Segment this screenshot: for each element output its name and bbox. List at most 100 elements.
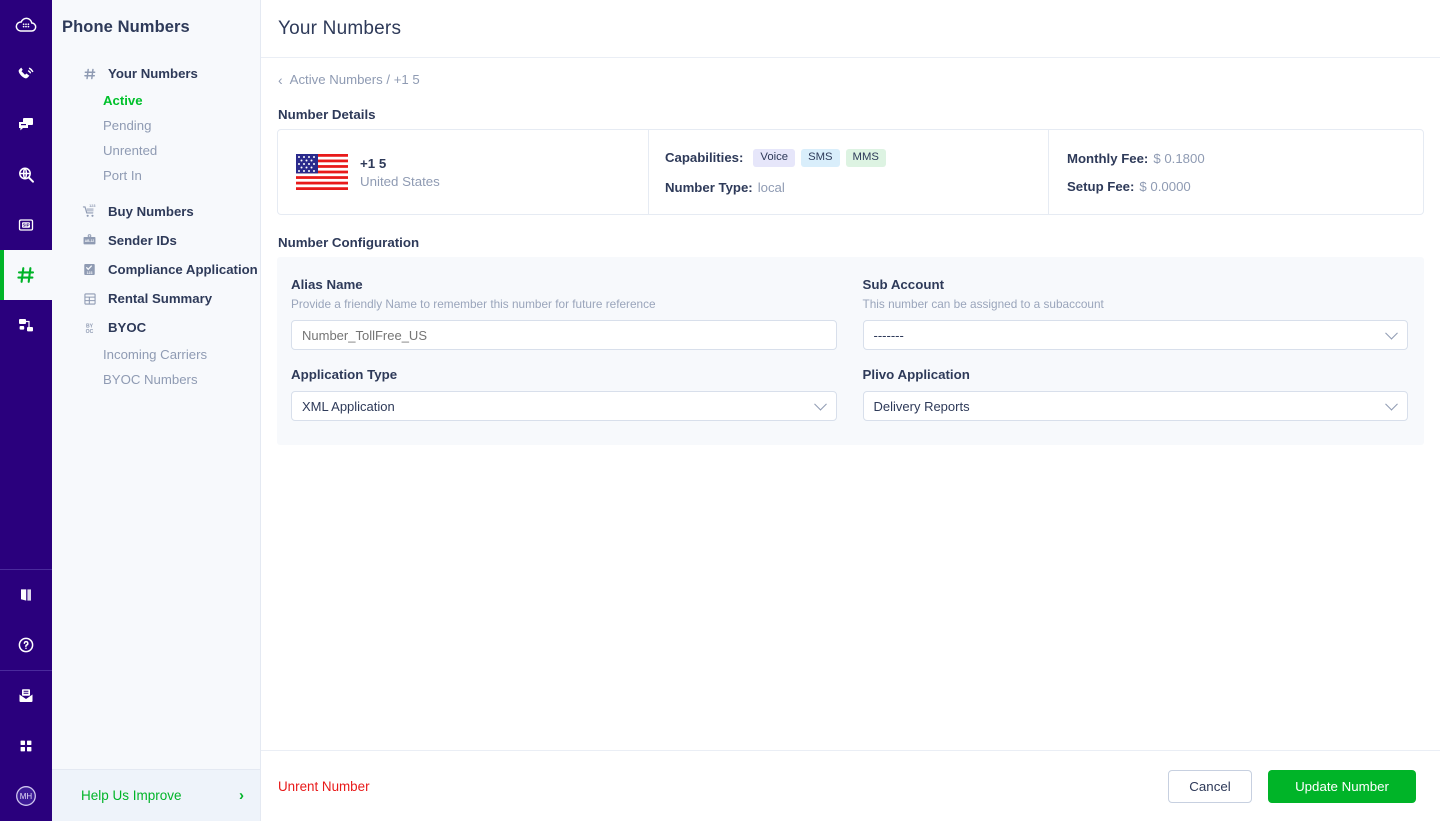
billing-envelope-icon[interactable] — [0, 671, 52, 721]
apps-grid-icon[interactable] — [0, 721, 52, 771]
application-type-label: Application Type — [291, 367, 837, 382]
sidebar-nav: Your Numbers Active Pending Unrented Por… — [52, 59, 260, 769]
alias-name-input[interactable] — [291, 320, 837, 350]
lookup-search-icon[interactable] — [0, 150, 52, 200]
number-configuration-section-label: Number Configuration — [278, 235, 1424, 250]
compliance-doc-icon: 123 — [81, 261, 98, 278]
alias-name-hint: Provide a friendly Name to remember this… — [291, 297, 837, 311]
main-content: Your Numbers ‹ Active Numbers / +1 5 Num… — [261, 0, 1440, 821]
sidebar-item-label: Rental Summary — [108, 291, 212, 306]
number-type-row: Number Type: local — [665, 180, 886, 195]
phone-numbers-icon[interactable] — [0, 250, 52, 300]
chevron-down-icon — [814, 398, 827, 411]
help-question-icon[interactable] — [0, 620, 52, 670]
nav-gap-1 — [52, 188, 260, 197]
sidebar-item-buy-numbers[interactable]: 123 Buy Numbers — [52, 197, 260, 226]
monthly-fee-label: Monthly Fee: — [1067, 151, 1148, 166]
sub-account-field-group: Sub Account This number can be assigned … — [863, 277, 1409, 350]
sidebar-item-label: Sender IDs — [108, 233, 177, 248]
sidebar-item-your-numbers[interactable]: Your Numbers — [52, 59, 260, 88]
plivo-application-label: Plivo Application — [863, 367, 1409, 382]
sidebar-item-label: Compliance Application — [108, 262, 258, 277]
badge-sms: SMS — [801, 149, 839, 167]
sidebar-subitem-port-in[interactable]: Port In — [52, 163, 260, 188]
content-scroll-area: ‹ Active Numbers / +1 5 Number Details — [261, 58, 1440, 750]
cart-123-icon: 123 — [81, 203, 98, 220]
capability-badges: Voice SMS MMS — [753, 149, 885, 167]
number-configuration-panel: Alias Name Provide a friendly Name to re… — [277, 257, 1424, 445]
avatar[interactable]: MH — [0, 771, 52, 821]
capabilities-row: Capabilities: Voice SMS MMS — [665, 149, 886, 167]
number-identity-text: +1 5 United States — [360, 156, 440, 189]
setup-fee-label: Setup Fee: — [1067, 179, 1134, 194]
application-type-value: XML Application — [302, 399, 395, 414]
sidebar-item-label: Your Numbers — [108, 66, 198, 81]
svg-text:AB-12: AB-12 — [85, 239, 95, 243]
setup-fee-value: $ 0.0000 — [1139, 179, 1190, 194]
sub-account-label: Sub Account — [863, 277, 1409, 292]
fees-rows: Monthly Fee: $ 0.1800 Setup Fee: $ 0.000… — [1067, 151, 1205, 194]
alias-name-label: Alias Name — [291, 277, 837, 292]
application-type-field-group: Application Type XML Application — [291, 367, 837, 421]
number-type-value: local — [758, 180, 785, 195]
svg-text:123: 123 — [89, 204, 95, 208]
breadcrumb-text: Active Numbers / +1 5 — [290, 72, 420, 87]
number-details-section-label: Number Details — [278, 107, 1424, 122]
monthly-fee-row: Monthly Fee: $ 0.1800 — [1067, 151, 1205, 166]
capabilities-label: Capabilities: — [665, 150, 743, 165]
hash-icon — [81, 65, 98, 82]
sub-account-select[interactable]: ------- — [863, 320, 1409, 350]
sidebar-subitem-unrented[interactable]: Unrented — [52, 138, 260, 163]
application-type-select[interactable]: XML Application — [291, 391, 837, 421]
rail-top-group: SIP — [0, 0, 52, 350]
sidebar-item-compliance-application[interactable]: 123 Compliance Application — [52, 255, 260, 284]
update-number-button[interactable]: Update Number — [1268, 770, 1416, 803]
sidebar-subitem-byoc-numbers[interactable]: BYOC Numbers — [52, 367, 260, 392]
number-type-label: Number Type: — [665, 180, 753, 195]
sidebar-subitem-active[interactable]: Active — [52, 88, 260, 113]
messaging-icon[interactable] — [0, 100, 52, 150]
sidebar-subitem-pending[interactable]: Pending — [52, 113, 260, 138]
chevron-down-icon — [1385, 327, 1398, 340]
byoc-icon: BY OC — [81, 319, 98, 336]
badge-voice: Voice — [753, 149, 795, 167]
unrent-number-link[interactable]: Unrent Number — [278, 779, 370, 794]
sidebar-subitem-incoming-carriers[interactable]: Incoming Carriers — [52, 342, 260, 367]
sip-trunk-icon[interactable]: SIP — [0, 200, 52, 250]
plivo-application-field-group: Plivo Application Delivery Reports — [863, 367, 1409, 421]
action-footer: Unrent Number Cancel Update Number — [261, 750, 1440, 821]
plivo-application-value: Delivery Reports — [874, 399, 970, 414]
sidebar-item-sender-ids[interactable]: AB-12 Sender IDs — [52, 226, 260, 255]
country-name: United States — [360, 174, 440, 189]
fees-column: Monthly Fee: $ 0.1800 Setup Fee: $ 0.000… — [1048, 130, 1423, 214]
sidebar-item-rental-summary[interactable]: Rental Summary — [52, 284, 260, 313]
svg-text:OC: OC — [86, 328, 94, 334]
sidebar-item-label: BYOC — [108, 320, 146, 335]
cloud-keypad-icon[interactable] — [0, 0, 52, 50]
us-flag-icon — [296, 154, 348, 190]
docs-book-icon[interactable] — [0, 570, 52, 620]
number-identity-column: +1 5 United States — [278, 130, 648, 214]
rail-bottom-group: MH — [0, 671, 52, 821]
id-card-icon: AB-12 — [81, 232, 98, 249]
breadcrumb[interactable]: ‹ Active Numbers / +1 5 — [277, 58, 1424, 87]
plivo-application-select[interactable]: Delivery Reports — [863, 391, 1409, 421]
number-details-card: +1 5 United States Capabilities: Voice S… — [277, 129, 1424, 215]
capabilities-column: Capabilities: Voice SMS MMS Number Type:… — [648, 130, 1048, 214]
setup-fee-row: Setup Fee: $ 0.0000 — [1067, 179, 1205, 194]
page-title: Your Numbers — [278, 18, 401, 40]
voice-call-icon[interactable] — [0, 50, 52, 100]
chevron-right-icon: › — [239, 788, 244, 803]
sub-account-hint: This number can be assigned to a subacco… — [863, 297, 1409, 311]
help-us-improve-button[interactable]: Help Us Improve › — [52, 769, 260, 821]
sidebar-item-byoc[interactable]: BY OC BYOC — [52, 313, 260, 342]
svg-text:SIP: SIP — [22, 223, 29, 228]
badge-mms: MMS — [846, 149, 886, 167]
cancel-button[interactable]: Cancel — [1168, 770, 1252, 803]
svg-text:123: 123 — [87, 271, 93, 275]
alias-name-field-group: Alias Name Provide a friendly Name to re… — [291, 277, 837, 350]
app-root: SIP — [0, 0, 1440, 821]
table-grid-icon — [81, 290, 98, 307]
network-flow-icon[interactable] — [0, 300, 52, 350]
monthly-fee-value: $ 0.1800 — [1153, 151, 1204, 166]
